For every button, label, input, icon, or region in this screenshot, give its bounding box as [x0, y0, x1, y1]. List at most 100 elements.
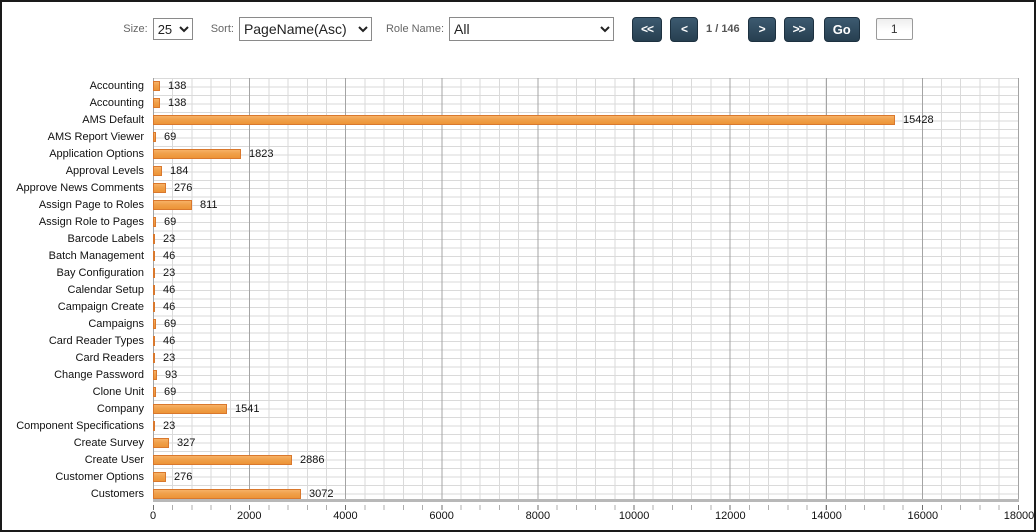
x-tick-label: 8000 — [508, 510, 568, 522]
size-label: Size: — [123, 23, 147, 35]
x-tick-label: 0 — [123, 510, 183, 522]
bar — [153, 455, 292, 465]
bar-value-label: 23 — [163, 265, 175, 281]
category-label: Assign Role to Pages — [2, 214, 144, 230]
x-axis-labels: 0200040006000800010000120001400016000180… — [153, 510, 1019, 526]
bar — [153, 217, 156, 227]
page-number-input[interactable] — [876, 18, 913, 40]
x-tick-label: 6000 — [412, 510, 472, 522]
bar — [153, 115, 895, 125]
bar — [153, 421, 155, 431]
bar-value-label: 69 — [164, 384, 176, 400]
bar-value-label: 23 — [163, 231, 175, 247]
category-label: Card Readers — [2, 350, 144, 366]
bar — [153, 200, 192, 210]
bar-value-label: 15428 — [903, 112, 934, 128]
category-label: Card Reader Types — [2, 333, 144, 349]
bar-value-label: 276 — [174, 180, 192, 196]
bar-value-label: 46 — [163, 333, 175, 349]
x-tick-label: 18000 — [989, 510, 1036, 522]
category-label: Customer Options — [2, 469, 144, 485]
bar — [153, 387, 156, 397]
category-label: Create User — [2, 452, 144, 468]
bar — [153, 81, 160, 91]
category-label: Campaigns — [2, 316, 144, 332]
bar-value-label: 46 — [163, 248, 175, 264]
category-label: Bay Configuration — [2, 265, 144, 281]
toolbar: Size: 25 Sort: PageName(Asc) Role Name: … — [2, 14, 1034, 44]
category-label: Clone Unit — [2, 384, 144, 400]
bar-value-label: 69 — [164, 316, 176, 332]
bar — [153, 472, 166, 482]
x-tick-label: 14000 — [797, 510, 857, 522]
category-label: Application Options — [2, 146, 144, 162]
sort-label: Sort: — [211, 23, 234, 35]
category-label: Approve News Comments — [2, 180, 144, 196]
bar — [153, 166, 162, 176]
bar — [153, 489, 301, 499]
bar — [153, 268, 155, 278]
category-label: Batch Management — [2, 248, 144, 264]
category-label: AMS Default — [2, 112, 144, 128]
bar-value-label: 138 — [168, 78, 186, 94]
bar — [153, 285, 155, 295]
size-select[interactable]: 25 — [153, 18, 193, 40]
bar-value-label: 46 — [163, 282, 175, 298]
bar-chart-plot-area: 1381381542869182318427681169234623464669… — [153, 78, 1019, 502]
bar — [153, 370, 157, 380]
category-axis-labels: AccountingAccountingAMS DefaultAMS Repor… — [2, 78, 148, 502]
category-label: Approval Levels — [2, 163, 144, 179]
bar — [153, 319, 156, 329]
bar-value-label: 23 — [163, 418, 175, 434]
x-tick-label: 10000 — [604, 510, 664, 522]
sort-select[interactable]: PageName(Asc) — [239, 17, 372, 41]
bar — [153, 132, 156, 142]
bar-value-label: 93 — [165, 367, 177, 383]
x-tick-label: 4000 — [315, 510, 375, 522]
x-tick-label: 2000 — [219, 510, 279, 522]
category-label: Accounting — [2, 95, 144, 111]
bar-value-label: 276 — [174, 469, 192, 485]
category-label: Campaign Create — [2, 299, 144, 315]
category-label: Component Specifications — [2, 418, 144, 434]
page-indicator: 1 / 146 — [706, 23, 740, 35]
report-window: Size: 25 Sort: PageName(Asc) Role Name: … — [0, 0, 1036, 532]
prev-page-button[interactable]: < — [670, 17, 698, 42]
category-label: Accounting — [2, 78, 144, 94]
x-tick-label: 16000 — [893, 510, 953, 522]
next-page-button[interactable]: > — [748, 17, 776, 42]
bar-value-label: 3072 — [309, 486, 333, 502]
bar — [153, 98, 160, 108]
role-name-label: Role Name: — [386, 23, 444, 35]
bar — [153, 336, 155, 346]
category-label: Customers — [2, 486, 144, 502]
bar-value-label: 138 — [168, 95, 186, 111]
bar-value-label: 811 — [200, 197, 218, 213]
bar-value-label: 46 — [163, 299, 175, 315]
bar-value-label: 2886 — [300, 452, 324, 468]
bar-value-label: 69 — [164, 214, 176, 230]
category-label: AMS Report Viewer — [2, 129, 144, 145]
first-page-button[interactable]: << — [632, 17, 662, 42]
bar — [153, 234, 155, 244]
category-label: Company — [2, 401, 144, 417]
bar — [153, 302, 155, 312]
bar — [153, 404, 227, 414]
bar — [153, 149, 241, 159]
category-label: Calendar Setup — [2, 282, 144, 298]
bar-value-label: 184 — [170, 163, 188, 179]
bar-value-label: 1541 — [235, 401, 259, 417]
bar — [153, 251, 155, 261]
bar — [153, 183, 166, 193]
bar-value-label: 327 — [177, 435, 195, 451]
bar-value-label: 69 — [164, 129, 176, 145]
category-label: Assign Page to Roles — [2, 197, 144, 213]
bar-value-label: 23 — [163, 350, 175, 366]
go-button[interactable]: Go — [824, 17, 860, 42]
category-label: Create Survey — [2, 435, 144, 451]
last-page-button[interactable]: >> — [784, 17, 814, 42]
category-label: Barcode Labels — [2, 231, 144, 247]
role-name-select[interactable]: All — [449, 17, 614, 41]
x-tick-label: 12000 — [700, 510, 760, 522]
category-label: Change Password — [2, 367, 144, 383]
